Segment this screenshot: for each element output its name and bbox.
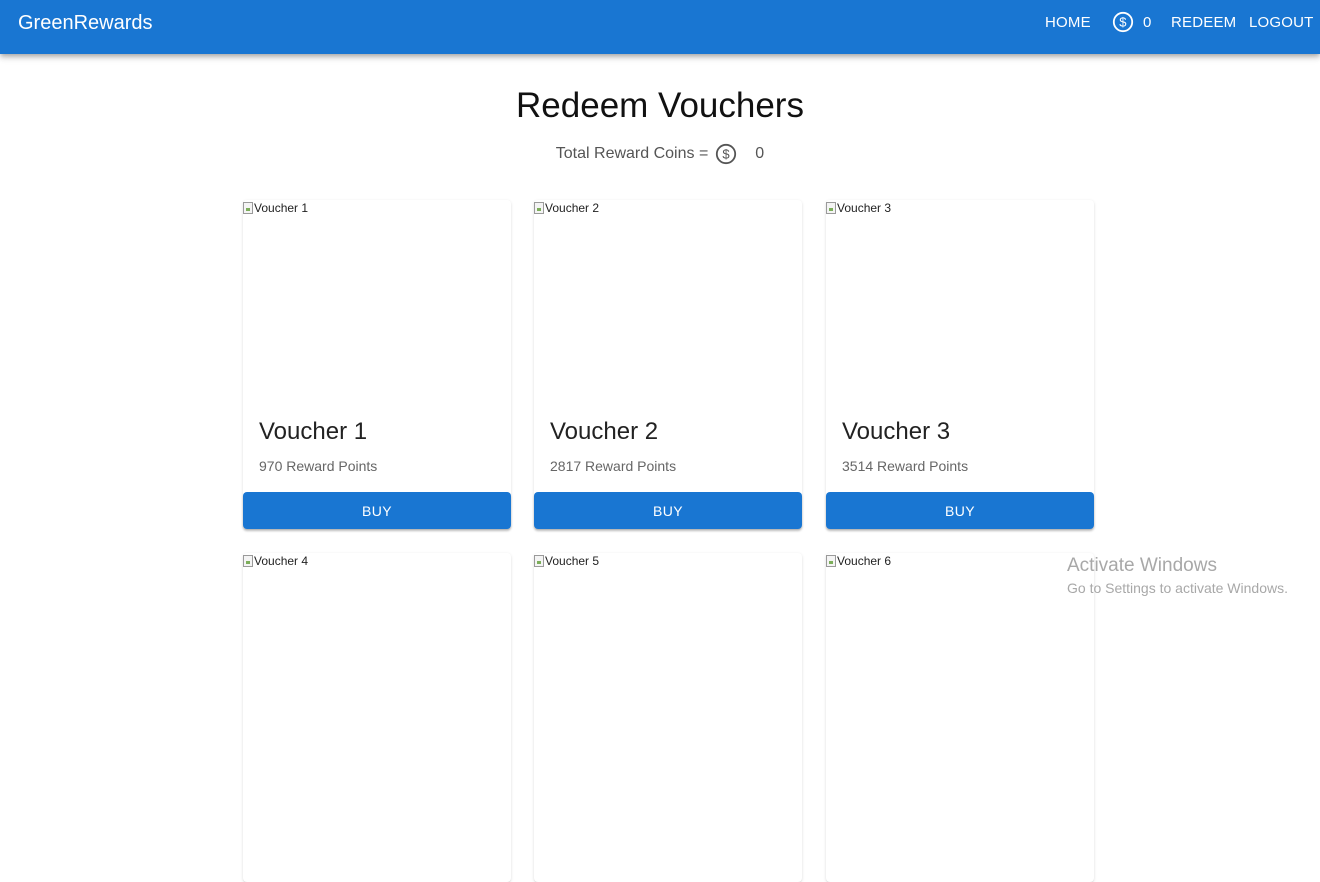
total-reward-value: 0 [755,145,765,162]
coin-icon: $ [1112,11,1134,33]
total-reward-coins: Total Reward Coins = $ 0 [0,143,1320,165]
voucher-image: Voucher 3 [826,201,891,215]
buy-button[interactable]: BUY [534,492,802,529]
voucher-image: Voucher 5 [534,554,599,568]
voucher-image-alt: Voucher 6 [837,554,892,568]
voucher-image: Voucher 2 [534,201,599,215]
brand-title[interactable]: GreenRewards [18,11,153,35]
voucher-image-alt: Voucher 4 [254,554,309,568]
buy-button[interactable]: BUY [826,492,1094,529]
svg-text:$: $ [1119,15,1127,30]
nav-coin-count: 0 [1143,13,1152,31]
voucher-image: Voucher 4 [243,554,308,568]
watermark-subtitle: Go to Settings to activate Windows. [1067,580,1288,596]
broken-image-icon [826,202,836,214]
nav-home-link[interactable]: HOME [1045,0,1091,44]
activate-windows-watermark: Activate Windows Go to Settings to activ… [1067,555,1288,596]
watermark-title: Activate Windows [1067,555,1217,576]
broken-image-icon [826,555,836,567]
total-reward-label: Total Reward Coins = [555,145,709,162]
app-bar: GreenRewards HOME $ 0 REDEEM LOGOUT [0,0,1320,54]
voucher-title: Voucher 3 [842,418,951,445]
voucher-card: Voucher 2 Voucher 2 2817 Reward Points B… [534,200,802,529]
voucher-image-alt: Voucher 1 [254,201,309,215]
voucher-image: Voucher 1 [243,201,308,215]
voucher-points: 2817 Reward Points [550,458,677,474]
voucher-image-alt: Voucher 2 [545,201,600,215]
coin-icon: $ [716,143,737,165]
broken-image-icon [534,202,544,214]
voucher-title: Voucher 2 [550,418,659,445]
voucher-card: Voucher 6 [826,553,1094,882]
voucher-card: Voucher 3 Voucher 3 3514 Reward Points B… [826,200,1094,529]
voucher-title: Voucher 1 [259,418,368,445]
voucher-card: Voucher 1 Voucher 1 970 Reward Points BU… [243,200,511,529]
voucher-card: Voucher 5 [534,553,802,882]
voucher-image: Voucher 6 [826,554,891,568]
voucher-image-alt: Voucher 5 [545,554,600,568]
nav-coins[interactable]: $ 0 [1112,0,1152,44]
nav-logout-link[interactable]: LOGOUT [1249,0,1314,44]
page-title: Redeem Vouchers [516,86,804,125]
voucher-points: 3514 Reward Points [842,458,969,474]
broken-image-icon [243,202,253,214]
nav-redeem-link[interactable]: REDEEM [1171,0,1236,44]
svg-text:$: $ [723,147,731,162]
buy-button[interactable]: BUY [243,492,511,529]
voucher-card: Voucher 4 [243,553,511,882]
voucher-points: 970 Reward Points [259,458,378,474]
broken-image-icon [243,555,253,567]
voucher-image-alt: Voucher 3 [837,201,892,215]
broken-image-icon [534,555,544,567]
